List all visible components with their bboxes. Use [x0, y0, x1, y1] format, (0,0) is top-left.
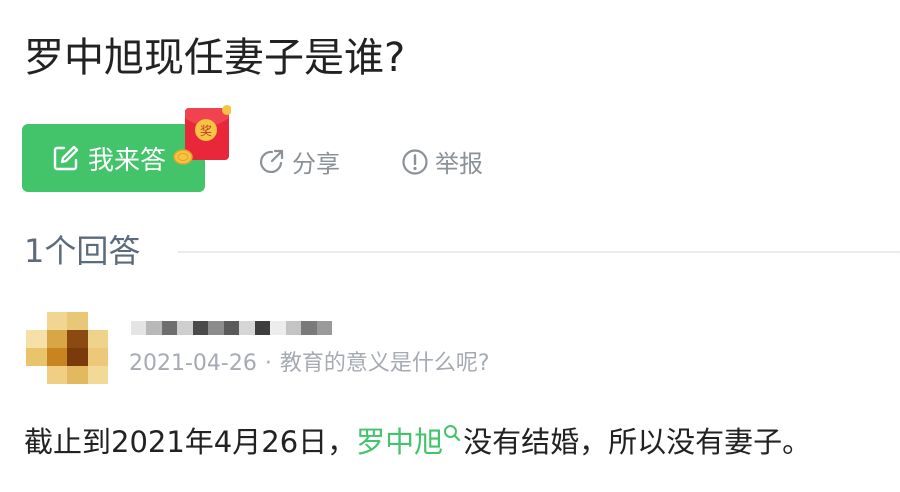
avatar[interactable]: [26, 312, 108, 384]
svg-text:奖: 奖: [200, 124, 212, 138]
report-label: 举报: [435, 150, 483, 178]
answer-body: 截止到2021年4月26日，罗中旭 没有结婚，所以没有妻子。: [24, 420, 811, 464]
section-divider: [178, 251, 900, 253]
question-title: 罗中旭现任妻子是谁?: [24, 35, 406, 81]
edit-icon: [52, 144, 80, 172]
coin-icon: [173, 149, 193, 165]
answer-text-before: 截止到2021年4月26日，: [24, 425, 357, 459]
source-question-link[interactable]: 教育的意义是什么呢?: [280, 351, 490, 376]
report-button[interactable]: 举报: [401, 144, 483, 179]
answer-button-label: 我来答: [88, 145, 167, 176]
answer-meta: 2021-04-26 · 教育的意义是什么呢?: [129, 350, 490, 378]
search-icon: [444, 425, 461, 442]
share-label: 分享: [292, 150, 340, 178]
share-button[interactable]: 分享: [258, 144, 340, 179]
username-redacted[interactable]: [131, 321, 333, 335]
meta-separator: ·: [264, 351, 272, 376]
answer-date: 2021-04-26: [129, 351, 257, 376]
keyword-link-label: 罗中旭: [356, 425, 444, 459]
answer-text-after: 没有结婚，所以没有妻子。: [463, 425, 812, 459]
answer-count-heading: 1个回答: [24, 232, 141, 270]
warning-icon: [402, 148, 428, 175]
keyword-link[interactable]: 罗中旭: [356, 425, 463, 459]
share-icon: [260, 149, 284, 173]
